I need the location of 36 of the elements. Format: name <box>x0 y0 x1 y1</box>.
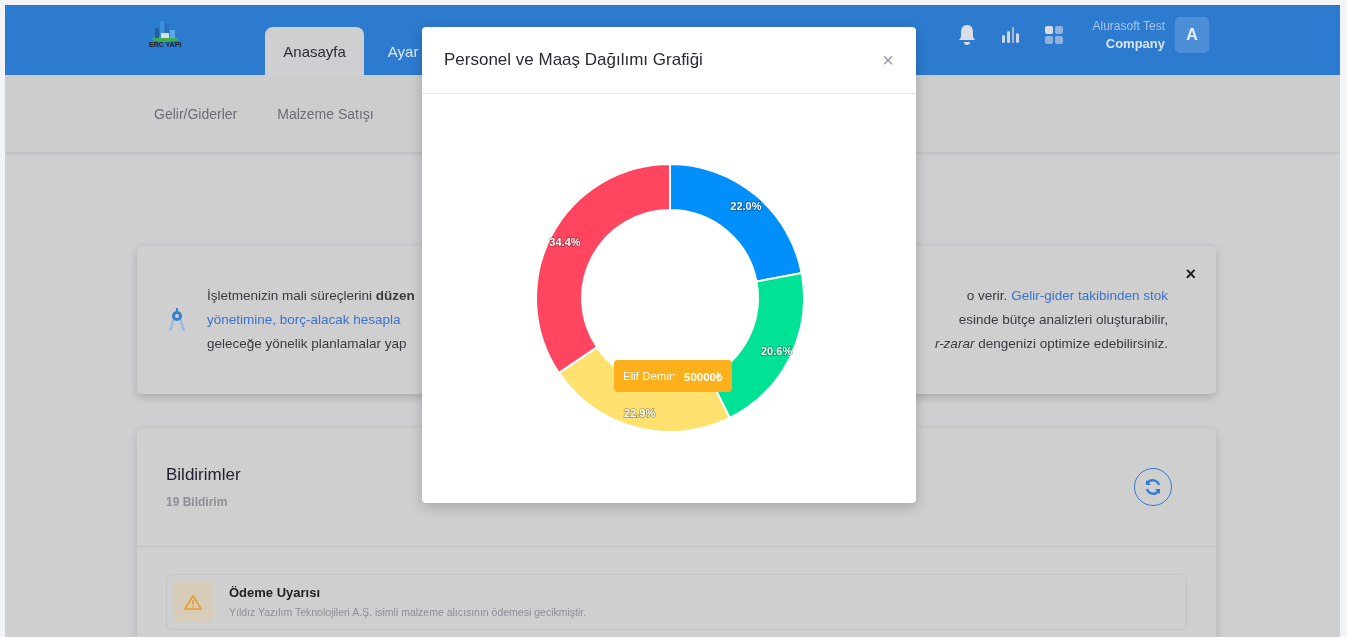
close-button[interactable]: × <box>882 48 894 72</box>
data-label: 34.4% <box>549 236 581 249</box>
user-name: Alurasoft Test <box>1092 19 1165 33</box>
compass-icon <box>169 308 185 332</box>
nav-tab[interactable]: Anasayfa <box>265 27 364 75</box>
banner-link[interactable]: Gelir-gider takibinden stok <box>1011 287 1168 305</box>
bar-chart-icon[interactable] <box>1000 26 1021 44</box>
warning-icon <box>173 582 213 622</box>
dialog-title: Personel ve Maaş Dağılımı Grafiği <box>444 50 703 70</box>
data-label: 22.0% <box>730 200 762 213</box>
bell-icon[interactable] <box>956 24 977 46</box>
banner-text: esinde bütçe analizleri oluşturabilir, <box>958 311 1168 329</box>
data-label: 22.9% <box>624 407 656 420</box>
notification-item[interactable]: Ödeme Uyarısı Yıldız Yazılım Teknolojileri A.Ş. isimli malzeme alıcısının ödemesi gecikmiştir. <box>166 574 1187 630</box>
banner-link[interactable]: yönetimine, borç-alacak hesapla <box>207 311 401 329</box>
company-name: Company <box>1105 36 1165 51</box>
nav-tab[interactable]: Ayar <box>369 27 437 75</box>
sub-nav-link[interactable]: Malzeme Satışı <box>277 105 374 122</box>
donut-slice[interactable] <box>669 163 803 283</box>
banner-text: İşletmenizin mali süreçlerini düzen <box>207 287 415 305</box>
banner-text: o verir. <box>966 287 1008 305</box>
refresh-icon <box>1144 478 1162 496</box>
close-button[interactable]: × <box>1185 264 1196 285</box>
donut-slice[interactable] <box>535 163 671 374</box>
notification-text: Yıldız Yazılım Teknolojileri A.Ş. isimli malzeme alıcısının ödemesi gecikmiştir. <box>229 606 587 618</box>
avatar[interactable]: A <box>1175 17 1209 53</box>
grid-icon[interactable] <box>1044 26 1063 44</box>
notification-title: Ödeme Uyarısı <box>229 585 322 600</box>
banner-text: geleceğe yönelik planlamalar yap <box>207 335 407 353</box>
notification-count: 19 Bildirim <box>166 495 229 509</box>
card-title: Bildirimler <box>166 465 241 485</box>
sub-nav-link[interactable]: Gelir/Giderler <box>154 105 238 122</box>
banner-text: r-zarar dengenizi optimize edebilirsiniz. <box>934 335 1168 353</box>
tooltip-label: Elif Demir: <box>623 370 677 382</box>
data-label: 20.6% <box>761 344 793 357</box>
tooltip-value: 50000₺ <box>684 369 723 384</box>
